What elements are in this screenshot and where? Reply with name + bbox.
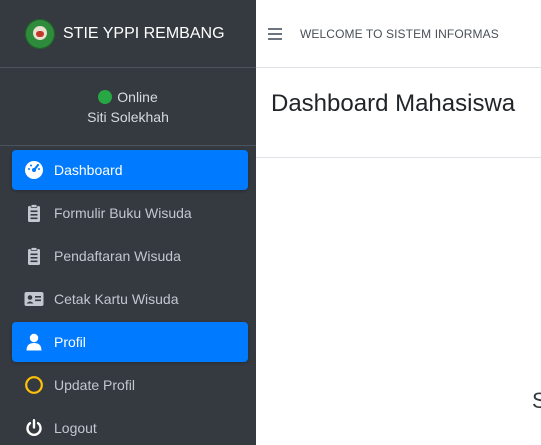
sidebar-item-logout[interactable]: Logout [12, 408, 248, 445]
sidebar-item-cetak-kartu-wisuda[interactable]: Cetak Kartu Wisuda [12, 279, 248, 319]
sidebar-item-profil[interactable]: Profil [12, 322, 248, 362]
power-off-icon [24, 418, 44, 438]
sidebar-item-label: Pendaftaran Wisuda [54, 248, 181, 264]
id-card-icon [24, 289, 44, 309]
top-navbar: WELCOME TO SISTEM INFORMAS [256, 0, 541, 68]
sidebar: STIE YPPI REMBANG Online Siti Solekhah D… [0, 0, 256, 445]
user-name[interactable]: Siti Solekhah [87, 109, 169, 125]
sidebar-item-dashboard[interactable]: Dashboard [12, 150, 248, 190]
content-body: S [256, 158, 541, 445]
sidebar-item-update-profil[interactable]: Update Profil [12, 365, 248, 405]
tachometer-icon [24, 160, 44, 180]
sidebar-nav: Dashboard Formulir Buku Wisuda Pendaftar… [0, 146, 256, 445]
welcome-text: WELCOME TO SISTEM INFORMAS [300, 26, 499, 41]
content-header: Dashboard Mahasiswa [256, 68, 541, 158]
user-icon [24, 332, 44, 352]
brand-logo-icon [25, 18, 55, 49]
user-panel: Online Siti Solekhah [0, 68, 256, 146]
sidebar-item-formulir-buku-wisuda[interactable]: Formulir Buku Wisuda [12, 193, 248, 233]
sidebar-item-label: Formulir Buku Wisuda [54, 205, 192, 221]
clipboard-list-icon [24, 246, 44, 266]
brand-name: STIE YPPI REMBANG [63, 24, 225, 42]
partial-content-text: S [532, 388, 541, 413]
clipboard-list-icon [24, 203, 44, 223]
online-status: Online [98, 88, 158, 105]
circle-outline-icon [24, 375, 44, 395]
sidebar-item-label: Cetak Kartu Wisuda [54, 291, 179, 307]
brand-link[interactable]: STIE YPPI REMBANG [0, 0, 256, 68]
page-title: Dashboard Mahasiswa [271, 90, 516, 117]
sidebar-item-label: Profil [54, 334, 86, 350]
sidebar-item-pendaftaran-wisuda[interactable]: Pendaftaran Wisuda [12, 236, 248, 276]
sidebar-item-label: Update Profil [54, 377, 135, 393]
sidebar-item-label: Dashboard [54, 162, 123, 178]
hamburger-menu-icon[interactable] [268, 27, 282, 40]
online-dot-icon [98, 89, 113, 104]
status-label: Online [117, 88, 158, 105]
sidebar-item-label: Logout [54, 420, 97, 436]
